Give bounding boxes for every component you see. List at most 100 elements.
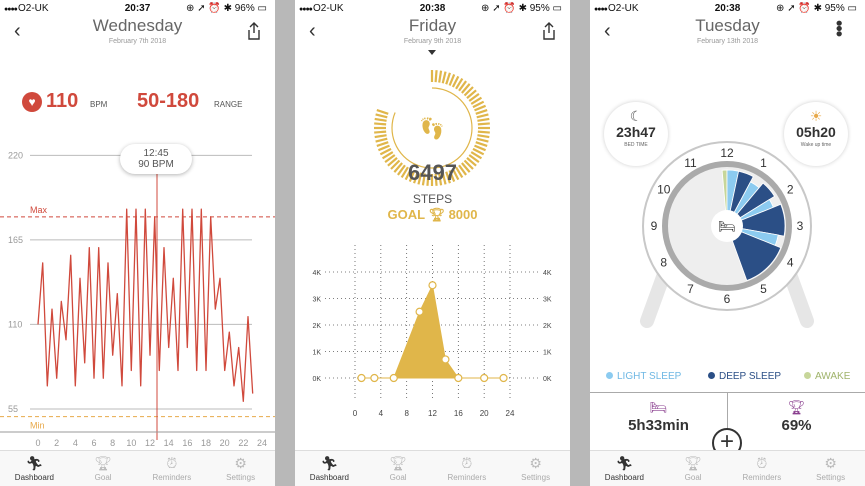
ring-tick — [477, 117, 490, 122]
clock-number: 1 — [760, 156, 767, 170]
y-tick-label: 165 — [8, 235, 23, 245]
battery-indicator: ⊕ ➚ ⏰ ✱ 96% ▭ — [186, 3, 267, 14]
clock-number: 12 — [720, 146, 734, 160]
dropdown-caret-icon[interactable] — [428, 50, 436, 56]
alarm-icon: ⏰︎ — [756, 455, 768, 471]
heart-rate-series-line — [37, 208, 254, 402]
ring-tick — [476, 137, 489, 143]
tab-settings[interactable]: ⚙︎ Settings — [796, 451, 865, 486]
x-tick-label: 20 — [220, 438, 230, 448]
y-tick-label-left: 4K — [312, 270, 321, 277]
x-tick-label: 16 — [182, 438, 192, 448]
bed-time-badge: ☾ 23h47 BED TIME — [604, 102, 668, 166]
tab-dashboard[interactable]: 🏃︎ Dashboard — [0, 451, 69, 486]
page-date: February 9th 2018 — [403, 38, 462, 45]
y-tick-label-right: 2K — [543, 323, 552, 330]
steps-point — [370, 373, 379, 383]
steps-point — [428, 281, 437, 290]
heart-rate-summary: ♥ 110 BPM 50-180 RANGE — [22, 90, 265, 114]
goal-prefix: GOAL — [387, 207, 425, 222]
page-date: February 7th 2018 — [108, 38, 167, 45]
page-title: Wednesday — [92, 16, 183, 35]
runner-icon: 🏃︎ — [615, 455, 634, 471]
legend-light-sleep: LIGHT SLEEP — [606, 371, 681, 382]
ring-tick — [477, 130, 490, 134]
bpm-unit: BPM — [90, 100, 108, 109]
bed-time-value: 23h47 — [616, 124, 656, 140]
bed-time-label: BED TIME — [624, 142, 648, 148]
x-tick-label: 24 — [257, 438, 267, 448]
steps-point — [415, 307, 424, 316]
tab-goal[interactable]: 🏆︎ Goal — [364, 451, 433, 486]
y-tick-label-right: 0K — [543, 376, 552, 383]
tooltip-time: 12:45 — [143, 148, 169, 159]
ring-tick — [375, 113, 388, 119]
legend-deep-sleep: DEEP SLEEP — [708, 371, 781, 382]
clock-number: 2 — [787, 183, 794, 197]
y-tick-label-right: 4K — [543, 270, 552, 277]
tab-dashboard[interactable]: 🏃︎ Dashboard — [295, 451, 364, 486]
steps-point — [389, 373, 398, 383]
tab-reminders[interactable]: ⏰︎ Reminders — [138, 451, 207, 486]
sleep-screen: ●●●● O2-UK 20:38 ⊕ ➚ ⏰ ✱ 95% ▭ ‹ ••• Tue… — [590, 0, 865, 486]
x-tick-label: 22 — [238, 438, 248, 448]
ring-tick — [438, 70, 443, 83]
tab-reminders[interactable]: ⏰︎ Reminders — [433, 451, 502, 486]
x-tick-label: 2 — [54, 438, 59, 448]
ring-tick — [374, 134, 387, 139]
sleeper-icon: 🛏︎ — [718, 218, 736, 234]
tab-dashboard[interactable]: 🏃︎ Dashboard — [590, 451, 659, 486]
y-tick-label-right: 3K — [543, 297, 552, 304]
battery-indicator: ⊕ ➚ ⏰ ✱ 95% ▭ — [776, 3, 857, 14]
ring-tick — [476, 113, 489, 119]
gear-icon: ⚙︎ — [529, 455, 542, 471]
x-tick-label: 20 — [480, 409, 489, 418]
sleep-duration-value: 5h33min — [628, 417, 689, 434]
tooltip-value: 90 BPM — [138, 159, 174, 170]
y-tick-label-left: 0K — [312, 376, 321, 383]
ring-tick — [375, 137, 388, 143]
sleep-duration: 🛏︎ 5h33min — [590, 393, 727, 434]
steps-label: STEPS — [412, 192, 453, 206]
ring-tick — [374, 122, 387, 126]
x-tick-label: 0 — [353, 409, 358, 418]
tab-goal[interactable]: 🏆︎ Goal — [69, 451, 138, 486]
x-tick-label: 14 — [164, 438, 174, 448]
steps-point — [454, 373, 463, 383]
page-title: Friday — [408, 16, 457, 35]
tab-reminders[interactable]: ⏰︎ Reminders — [728, 451, 797, 486]
battery-percent: 95% — [824, 3, 845, 14]
tab-goal[interactable]: 🏆︎ Goal — [659, 451, 728, 486]
clock-number: 10 — [657, 183, 671, 197]
page-title: Tuesday — [695, 16, 760, 35]
steps-point — [499, 373, 508, 383]
ring-tick — [374, 130, 387, 134]
heart-rate-chart[interactable]: 55110165220MaxMin0 2 4 6 8 10 12 14 16 18 20 22 24 — [0, 130, 275, 450]
tab-settings[interactable]: ⚙︎ Settings — [206, 451, 275, 486]
alarm-icon: ⏰︎ — [166, 455, 178, 471]
heart-rate-screen: ●●●● O2-UK 20:37 ⊕ ➚ ⏰ ✱ 96% ▭ ‹ Wednesd… — [0, 0, 275, 486]
max-label: Max — [30, 205, 48, 215]
sleep-quality: 🏆︎ 69% — [728, 393, 865, 434]
steps-chart[interactable]: 0 4 8 12 16 20 24 0K 0K 1K 1K 2K 2K 3K 3K 4K 4K — [295, 240, 570, 430]
chart-tooltip: 12:45 90 BPM — [120, 144, 192, 174]
clock-number: 7 — [687, 282, 694, 296]
heart-icon: ♥ — [22, 92, 42, 112]
steps-point — [441, 355, 450, 364]
y-tick-label: 220 — [8, 150, 23, 160]
tab-bar: 🏃︎ Dashboard 🏆︎ Goal ⏰︎ Reminders ⚙︎ Setting… — [590, 450, 865, 486]
bpm-value: 110 — [46, 90, 79, 112]
steps-count: 6497 — [408, 160, 457, 185]
x-tick-label: 8 — [110, 438, 115, 448]
trophy-icon: 🏆︎ — [94, 455, 113, 471]
runner-icon: 🏃︎ — [320, 455, 339, 471]
steps-area — [361, 283, 504, 379]
ring-tick — [445, 72, 451, 85]
clock-number: 4 — [787, 256, 794, 270]
x-tick-label: 12 — [428, 409, 437, 418]
tab-settings[interactable]: ⚙︎ Settings — [501, 451, 570, 486]
range-value: 50-180 — [137, 90, 200, 112]
x-tick-label: 6 — [91, 438, 96, 448]
runner-icon: 🏃︎ — [25, 455, 44, 471]
goal-value: 8000 — [448, 207, 478, 222]
